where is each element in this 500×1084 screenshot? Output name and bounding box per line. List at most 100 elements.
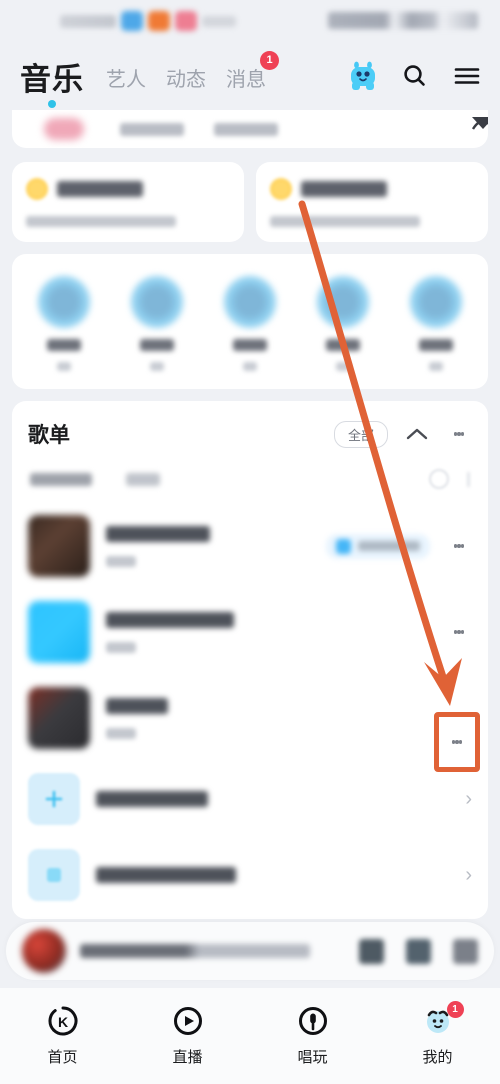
quick-action-5[interactable] <box>389 276 482 371</box>
playlist-thumbnail <box>28 601 90 663</box>
phone-screen: 音乐 艺人 动态 消息 1 歌单 全部 › › K 首页 直播 唱玩 1 我的 <box>0 0 500 1084</box>
bottom-nav-label-mine: 我的 <box>422 1049 453 1066</box>
tab-messages[interactable]: 消息 1 <box>226 51 279 92</box>
status-bar-tail <box>202 15 236 27</box>
profile-peek-row[interactable] <box>12 110 488 148</box>
playlist-thumbnail <box>28 687 90 749</box>
subheader-text-2 <box>126 472 160 486</box>
bottom-nav-item-live[interactable]: 直播 <box>125 1004 250 1067</box>
chevron-up-icon[interactable] <box>404 421 430 447</box>
tab-music[interactable]: 音乐 <box>20 54 84 108</box>
peek-icon-2[interactable] <box>470 114 488 134</box>
promo-subtitle-1 <box>26 216 176 227</box>
quick-action-label-4 <box>325 339 360 351</box>
quick-action-icon-4 <box>316 276 369 328</box>
status-chip-orange <box>148 11 170 31</box>
quick-action-count-1 <box>57 362 72 371</box>
quick-action-icon-3 <box>223 276 276 328</box>
tab-feed-label: 动态 <box>166 69 206 91</box>
playlist-name <box>106 611 234 628</box>
promo-title-1 <box>57 181 143 197</box>
table-row[interactable] <box>12 589 488 675</box>
promo-card-2[interactable] <box>256 162 488 242</box>
table-row[interactable] <box>12 503 488 589</box>
mic-circle-icon <box>296 1004 330 1038</box>
nav-tabs: 艺人 动态 消息 1 <box>106 51 279 92</box>
playlist-count <box>106 555 136 567</box>
bottom-nav: K 首页 直播 唱玩 1 我的 <box>0 988 500 1084</box>
status-bar-text <box>60 14 116 28</box>
status-bar <box>0 0 500 42</box>
top-nav: 音乐 艺人 动态 消息 1 <box>0 42 500 110</box>
search-icon[interactable] <box>400 61 430 91</box>
bottom-nav-item-home[interactable]: K 首页 <box>0 1004 125 1067</box>
svg-text:K: K <box>57 1014 67 1030</box>
playlist-count <box>106 727 136 739</box>
promo-card-1[interactable] <box>12 162 244 242</box>
chevron-right-icon: › <box>465 864 472 886</box>
quick-action-4[interactable] <box>296 276 389 371</box>
quick-action-icon-5 <box>409 276 462 328</box>
player-queue-icon[interactable] <box>453 938 478 964</box>
quick-action-2[interactable] <box>111 276 204 371</box>
mascot-icon[interactable] <box>348 60 378 92</box>
bottom-nav-item-mine[interactable]: 1 我的 <box>375 1001 500 1067</box>
list-item[interactable]: › <box>12 837 488 913</box>
subheader-divider <box>467 471 470 487</box>
row-kebab-menu[interactable] <box>446 533 472 559</box>
quick-actions-card <box>12 254 488 389</box>
filter-all-button[interactable]: 全部 <box>333 420 388 448</box>
mine-badge: 1 <box>446 1001 464 1018</box>
playlist-header: 歌单 全部 <box>12 401 488 463</box>
menu-icon[interactable] <box>452 61 482 91</box>
list-item-label <box>96 791 208 807</box>
search-circle-icon[interactable] <box>429 469 449 489</box>
profile-stats <box>120 122 278 136</box>
bottom-nav-label-home: 首页 <box>47 1049 78 1066</box>
tab-feed[interactable]: 动态 <box>166 60 206 92</box>
create-playlist-icon <box>28 773 80 825</box>
player-list-icon[interactable] <box>359 938 384 964</box>
tab-artists-label: 艺人 <box>106 69 146 91</box>
tab-artists[interactable]: 艺人 <box>106 60 146 92</box>
playlist-more-icon[interactable] <box>446 421 472 447</box>
k-circle-icon: K <box>46 1004 80 1038</box>
status-bar-left <box>60 11 236 31</box>
active-tab-dot <box>48 99 56 108</box>
promo-title-2 <box>301 181 387 197</box>
quick-action-count-4 <box>335 362 350 371</box>
row-kebab-menu[interactable] <box>446 619 472 645</box>
album-art <box>22 929 66 973</box>
table-row[interactable] <box>12 675 488 761</box>
promo-subtitle-2 <box>270 216 420 227</box>
brand-title: 音乐 <box>20 61 84 97</box>
player-play-icon[interactable] <box>406 938 431 964</box>
quick-action-icon-2 <box>131 276 184 328</box>
tab-messages-label: 消息 <box>226 69 266 91</box>
now-playing-title <box>80 944 310 958</box>
messages-badge: 1 <box>260 51 279 70</box>
list-item[interactable]: › <box>12 761 488 837</box>
import-playlist-icon <box>28 849 80 901</box>
list-item-label <box>96 867 236 883</box>
bottom-nav-label-sing: 唱玩 <box>297 1049 328 1066</box>
stat-follow <box>120 122 184 136</box>
status-bar-indicators <box>328 12 478 29</box>
sun-icon <box>26 178 48 200</box>
status-badge <box>326 533 430 559</box>
bottom-nav-item-sing[interactable]: 唱玩 <box>250 1004 375 1067</box>
row-kebab-menu-highlighted[interactable] <box>444 729 470 755</box>
sun-icon <box>270 178 292 200</box>
chevron-right-icon: › <box>465 788 472 810</box>
quick-action-count-2 <box>150 362 165 371</box>
nav-actions <box>348 60 482 92</box>
quick-action-1[interactable] <box>18 276 111 371</box>
quick-action-3[interactable] <box>204 276 297 371</box>
quick-actions-grid <box>18 276 482 371</box>
playlist-count <box>106 641 136 653</box>
avatar-icon: 1 <box>421 1001 464 1038</box>
quick-action-count-3 <box>242 362 257 371</box>
quick-action-label-2 <box>140 339 175 351</box>
mini-player[interactable] <box>6 922 494 980</box>
quick-action-icon-1 <box>38 276 91 328</box>
